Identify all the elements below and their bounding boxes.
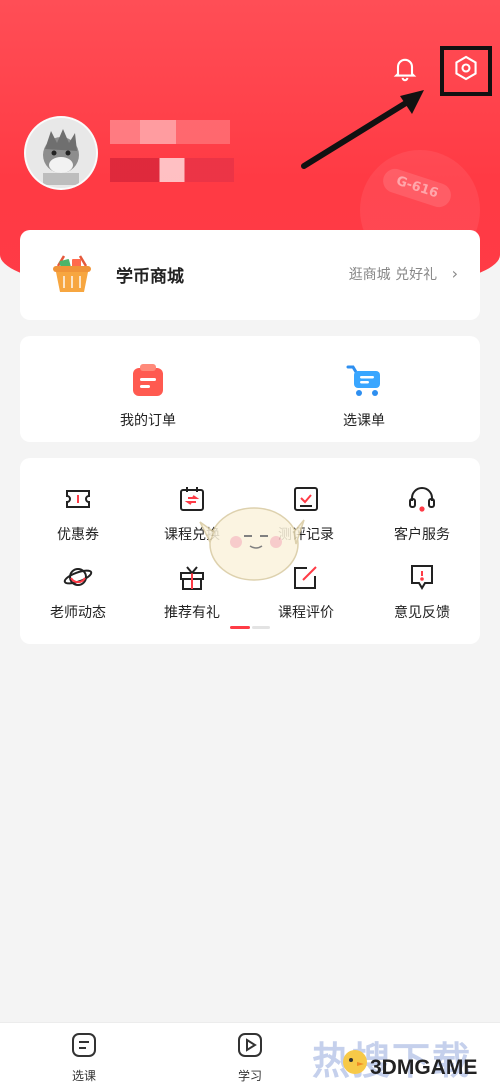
service-coupon[interactable]: 优惠券 — [28, 484, 128, 544]
coin-mall-card[interactable]: 学币商城 逛商城 兑好礼 › — [20, 230, 480, 320]
tab-course-select-label: 选课 — [71, 1069, 96, 1083]
orders-card: 我的订单 选课单 — [20, 336, 480, 442]
coin-mall-link-text: 逛商城 兑好礼 — [348, 267, 438, 283]
service-coupon-label: 优惠券 — [57, 527, 99, 543]
service-course-review-label: 课程评价 — [278, 605, 334, 621]
annotation-arrow — [301, 90, 424, 169]
watermark-brand-text: 3DMGAME — [370, 1056, 478, 1079]
avatar[interactable] — [24, 116, 98, 190]
mascot-sticker — [199, 507, 305, 581]
service-feedback[interactable]: 意见反馈 — [372, 562, 472, 622]
username-blurred — [110, 120, 230, 144]
chick-logo-icon — [343, 1050, 367, 1074]
course-cart-button[interactable]: 选课单 — [304, 362, 424, 430]
service-teacher-news[interactable]: 老师动态 — [28, 562, 128, 622]
tab-course-select[interactable]: 选课 — [44, 1031, 124, 1084]
my-orders-button[interactable]: 我的订单 — [88, 362, 208, 430]
service-customer-support[interactable]: 客户服务 — [372, 484, 472, 544]
tab-study[interactable]: 学习 — [210, 1031, 290, 1084]
service-referral-gift-label: 推荐有礼 — [164, 605, 220, 621]
feedback-icon — [411, 565, 433, 590]
course-select-icon — [72, 1033, 96, 1057]
site-watermark: 热搜下载 3DMGAME — [300, 1026, 500, 1084]
user-id-blurred — [110, 158, 234, 182]
service-teacher-news-label: 老师动态 — [50, 605, 106, 621]
play-icon — [238, 1033, 262, 1057]
settings-highlight-box — [440, 46, 492, 96]
cart-icon — [346, 365, 380, 396]
basket-icon — [53, 255, 91, 292]
headset-icon — [409, 487, 435, 512]
coupon-icon — [66, 490, 90, 508]
coin-mall-link[interactable]: 逛商城 兑好礼 › — [349, 264, 458, 284]
order-icon — [133, 364, 163, 396]
my-orders-label: 我的订单 — [120, 413, 176, 429]
page-indicator-active — [230, 626, 250, 629]
chevron-right-icon: › — [451, 264, 458, 283]
service-customer-support-label: 客户服务 — [394, 527, 450, 543]
planet-icon — [63, 568, 93, 586]
page-indicator-inactive — [252, 626, 270, 629]
service-feedback-label: 意见反馈 — [394, 605, 450, 621]
bell-icon[interactable] — [387, 50, 423, 86]
course-cart-label: 选课单 — [343, 413, 385, 429]
coin-mall-title: 学币商城 — [116, 267, 184, 287]
page-indicator — [230, 626, 270, 629]
tab-study-label: 学习 — [237, 1069, 262, 1083]
